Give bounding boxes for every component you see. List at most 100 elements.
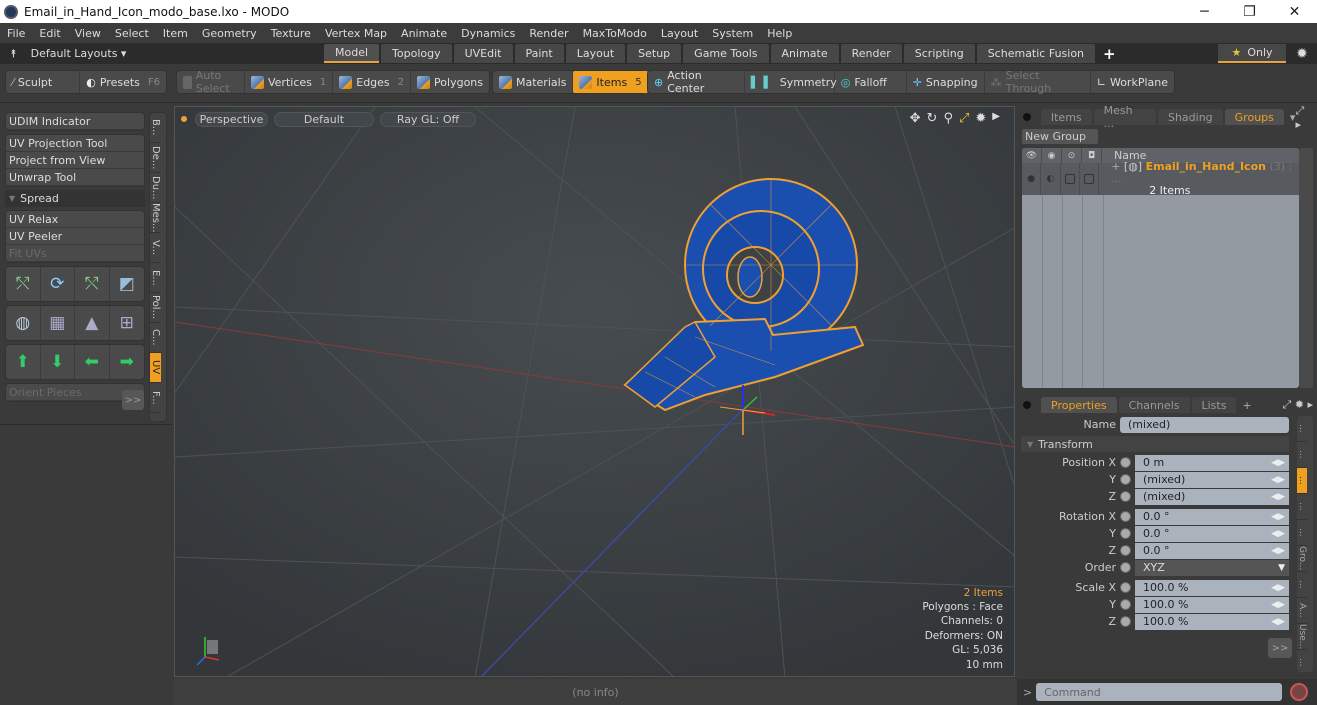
tab-shading[interactable]: Shading (1157, 109, 1223, 125)
scale-animate-dot-2[interactable] (1120, 616, 1131, 627)
menu-select[interactable]: Select (108, 27, 156, 40)
layout-tab-scripting[interactable]: Scripting (903, 44, 975, 63)
property-tab-7[interactable]: A... (1297, 598, 1307, 624)
property-tab-3[interactable]: ... (1297, 494, 1307, 520)
select-toggle-checkbox[interactable] (1080, 163, 1100, 195)
sculpt-button[interactable]: ⁄ Sculpt (6, 71, 81, 93)
layout-tab-topology[interactable]: Topology (381, 44, 452, 63)
align-left-icon[interactable]: ⬅ (75, 345, 110, 379)
presets-button[interactable]: ◐ Presets F6 (80, 71, 166, 93)
lock-column-icon[interactable]: ⊙ (1062, 148, 1082, 163)
3d-viewport[interactable]: Perspective Default Ray GL: Off ✥ ↻ ⚲ ⤢ … (174, 106, 1015, 677)
menu-texture[interactable]: Texture (264, 27, 318, 40)
workplane-button[interactable]: ∟ WorkPlane (1091, 71, 1174, 93)
menu-file[interactable]: File (0, 27, 32, 40)
command-input[interactable]: Command (1036, 683, 1283, 701)
new-group-button[interactable]: New Group (1022, 129, 1098, 144)
more-tools-button[interactable]: >> (122, 390, 144, 410)
scale-field-2[interactable]: 100.0 % ◀▶ (1135, 613, 1289, 630)
vertices-button[interactable]: Vertices 1 (245, 71, 334, 93)
udim-indicator-button[interactable]: UDIM Indicator (6, 113, 144, 130)
tool-tab-8[interactable]: UV (150, 353, 161, 383)
layout-tab-layout[interactable]: Layout (565, 44, 626, 63)
uv-trapezoid-grid-icon[interactable]: ▲ (75, 306, 110, 340)
tool-unwrap-tool[interactable]: Unwrap Tool (6, 169, 144, 186)
close-button[interactable]: ✕ (1272, 0, 1317, 23)
menu-vertex-map[interactable]: Vertex Map (318, 27, 394, 40)
tab-items[interactable]: Items (1040, 109, 1092, 125)
layout-tab-render[interactable]: Render (840, 44, 902, 63)
menu-animate[interactable]: Animate (394, 27, 454, 40)
menu-dynamics[interactable]: Dynamics (454, 27, 522, 40)
scale-animate-dot-0[interactable] (1120, 582, 1131, 593)
menu-maxtomodo[interactable]: MaxToModo (576, 27, 654, 40)
drag-arrows-icon[interactable]: ◀▶ (1271, 475, 1285, 485)
tool-tab-1[interactable]: De... (150, 143, 161, 173)
uv-transform-tool-icon[interactable]: ◩ (110, 267, 145, 301)
layout-tab-model[interactable]: Model (324, 44, 380, 63)
rotation-field-2[interactable]: 0.0 ° ◀▶ (1135, 542, 1289, 559)
panel-menu-dot[interactable] (1023, 113, 1031, 121)
falloff-button[interactable]: ◎ Falloff (835, 71, 907, 93)
align-top-icon[interactable]: ⬆ (6, 345, 41, 379)
default-layouts-dropdown[interactable]: Default Layouts ▾ (31, 47, 127, 60)
zoom-icon[interactable]: ⚲ (943, 111, 953, 126)
uv-cylinder-icon[interactable]: ◍ (6, 306, 41, 340)
uv-rotate-tool-icon[interactable]: ⟳ (41, 267, 75, 301)
menu-system[interactable]: System (705, 27, 760, 40)
expand-panel-icon[interactable]: ⤢ ▸ (1295, 104, 1313, 131)
tab-add[interactable]: + (1242, 399, 1251, 412)
lock-toggle-checkbox[interactable] (1061, 163, 1080, 195)
drag-arrows-icon[interactable]: ◀▶ (1271, 546, 1285, 556)
tool-tab-3[interactable]: Mes... (150, 203, 161, 233)
tab-properties[interactable]: Properties (1041, 397, 1117, 413)
tab-channels[interactable]: Channels (1118, 397, 1190, 413)
menu-item[interactable]: Item (156, 27, 195, 40)
tool-uv-relax[interactable]: UV Relax (6, 211, 144, 228)
visibility-column-icon[interactable]: 👁 (1022, 148, 1042, 163)
tab-mesh[interactable]: Mesh ... (1093, 104, 1156, 130)
viewport-expand-arrow-icon[interactable]: ▶ (992, 111, 1000, 126)
pan-icon[interactable]: ✥ (910, 111, 921, 126)
tool-uv-peeler[interactable]: UV Peeler (6, 228, 144, 245)
menu-edit[interactable]: Edit (32, 27, 67, 40)
layout-arrow-icon[interactable]: ⯭ (10, 47, 17, 61)
drag-arrows-icon[interactable]: ◀▶ (1271, 583, 1285, 593)
rotation-animate-dot-2[interactable] (1120, 545, 1131, 556)
view-type-dropdown[interactable]: Perspective (195, 111, 268, 127)
visibility-toggle-icon[interactable]: ● (1022, 163, 1042, 195)
rotation-field-1[interactable]: 0.0 ° ◀▶ (1135, 525, 1289, 542)
uv-move-tool-icon[interactable]: ⤲ (6, 267, 41, 301)
drag-arrows-icon[interactable]: ◀▶ (1271, 529, 1285, 539)
tool-uv-projection-tool[interactable]: UV Projection Tool (6, 135, 144, 152)
orbit-icon[interactable]: ↻ (927, 111, 938, 126)
tool-tab-5[interactable]: E... (150, 263, 161, 293)
only-button[interactable]: ★ Only (1218, 44, 1286, 63)
rotation-animate-dot-0[interactable] (1120, 511, 1131, 522)
edges-button[interactable]: Edges 2 (333, 71, 412, 93)
drag-arrows-icon[interactable]: ◀▶ (1271, 617, 1285, 627)
menu-layout[interactable]: Layout (654, 27, 705, 40)
rotation-animate-dot-1[interactable] (1120, 528, 1131, 539)
groups-scrollbar[interactable] (1299, 148, 1313, 388)
polygons-button[interactable]: Polygons (411, 71, 489, 93)
layout-tab-paint[interactable]: Paint (514, 44, 564, 63)
action-center-button[interactable]: ⊕ Action Center (648, 69, 745, 95)
tool-tab-9[interactable]: F... (150, 383, 161, 413)
tool-tab-4[interactable]: V... (150, 233, 161, 263)
property-tab-8[interactable]: Use... (1297, 624, 1307, 650)
scale-animate-dot-1[interactable] (1120, 599, 1131, 610)
menu-geometry[interactable]: Geometry (195, 27, 264, 40)
uv-sphere-grid-icon[interactable]: ⊞ (110, 306, 145, 340)
position-field-2[interactable]: (mixed) ◀▶ (1135, 488, 1289, 505)
render-toggle-icon[interactable]: ◐ (1041, 163, 1061, 195)
tool-tab-6[interactable]: Pol... (150, 293, 161, 323)
uv-scale-tool-icon[interactable]: ⤲ (75, 267, 110, 301)
drag-arrows-icon[interactable]: ◀▶ (1271, 512, 1285, 522)
align-right-icon[interactable]: ➡ (110, 345, 145, 379)
tool-tab-7[interactable]: C... (150, 323, 161, 353)
tool-tab-2[interactable]: Du... (150, 173, 161, 203)
symmetry-button[interactable]: ▌▐ Symmetry (745, 71, 837, 93)
spread-section-header[interactable]: ▼ Spread (5, 190, 145, 207)
property-tab-6[interactable]: ... (1297, 572, 1307, 598)
